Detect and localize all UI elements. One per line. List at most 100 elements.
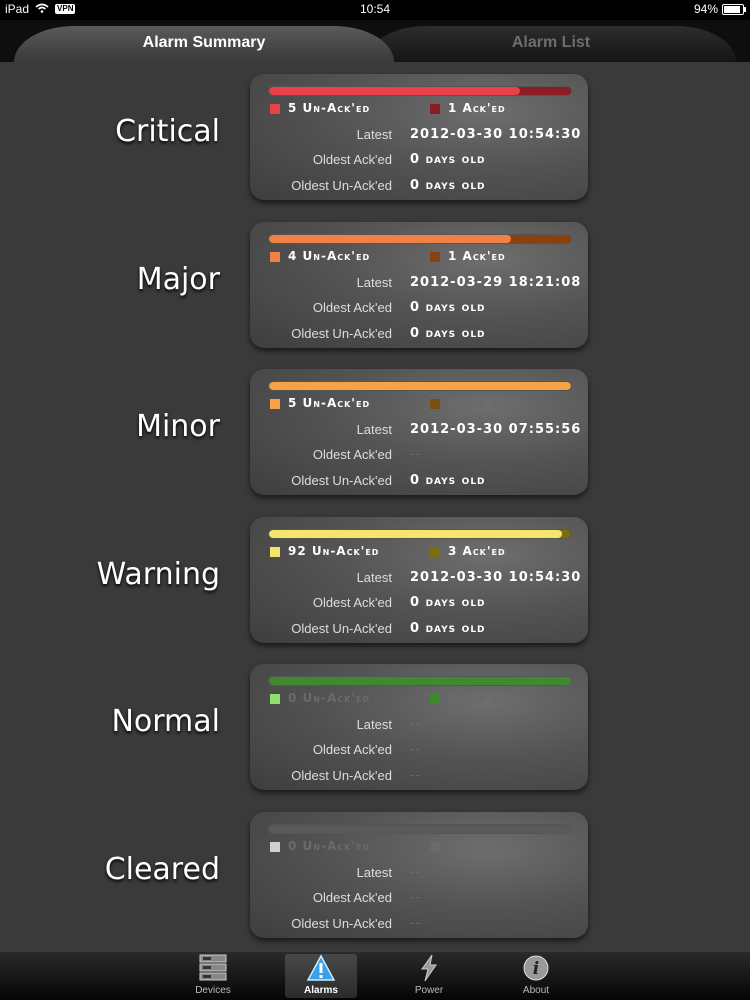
severity-row: Warning 92 Un-Ack'ed 3 Ack'ed Latest 201…: [0, 516, 750, 647]
ack-count: 0 Ack'ed: [448, 691, 506, 705]
oldest-unacked-value: 0 days old: [410, 473, 486, 488]
toolbar-devices-label: Devices: [195, 985, 231, 996]
oldest-unacked-label: Oldest Un-Ack'ed: [291, 620, 392, 636]
unack-swatch: [270, 399, 280, 409]
unack-fill: [269, 234, 511, 243]
unack-count: 0 Un-Ack'ed: [288, 838, 371, 853]
power-bolt-icon: [414, 954, 444, 985]
tab-alarm-summary[interactable]: Alarm Summary: [14, 26, 394, 62]
severity-row: Minor 5 Un-Ack'ed 0 Ack'ed Latest 2012-0…: [0, 369, 750, 499]
toolbar-devices[interactable]: Devices: [177, 954, 249, 998]
ack-swatch: [430, 546, 440, 557]
ack-swatch: [430, 251, 440, 262]
ack-swatch: [430, 841, 440, 852]
oldest-acked-label: Oldest Ack'ed: [312, 299, 392, 315]
severity-card[interactable]: 0 Un-Ack'ed 0 Ack'ed Latest -- Oldest Ac…: [250, 664, 588, 790]
segment-tab-bar: Alarm List Alarm Summary: [0, 20, 750, 62]
oldest-acked-label: Oldest Ack'ed: [312, 152, 392, 167]
ack-count: 1 Ack'ed: [448, 248, 506, 263]
latest-label: Latest: [356, 274, 392, 290]
unack-count: 4 Un-Ack'ed: [288, 248, 371, 263]
oldest-unacked-label: Oldest Un-Ack'ed: [291, 473, 392, 488]
latest-value: --: [410, 864, 422, 880]
ack-progress-bar: [268, 823, 572, 834]
unack-fill: [269, 87, 520, 95]
toolbar-power-label: Power: [414, 985, 444, 996]
latest-label: Latest: [356, 717, 392, 732]
oldest-acked-value: 0 days old: [410, 594, 486, 610]
latest-label: Latest: [356, 864, 392, 880]
oldest-acked-label: Oldest Ack'ed: [312, 594, 392, 610]
status-bar: iPad VPN 10:54 94%: [0, 0, 750, 20]
oldest-unacked-value: 0 days old: [410, 178, 486, 193]
severity-name: Minor: [136, 409, 220, 444]
ack-count: 0 Ack'ed: [448, 396, 506, 410]
severity-name: Warning: [96, 556, 220, 592]
oldest-acked-value: 0 days old: [410, 152, 486, 167]
oldest-acked-value: --: [410, 742, 422, 757]
ack-swatch: [430, 694, 440, 704]
severity-card[interactable]: 4 Un-Ack'ed 1 Ack'ed Latest 2012-03-29 1…: [250, 221, 588, 348]
oldest-unacked-value: 0 days old: [410, 325, 486, 341]
status-right: 94%: [693, 2, 746, 16]
severity-row: Major 4 Un-Ack'ed 1 Ack'ed Latest 2012-0…: [0, 221, 750, 352]
unack-count: 92 Un-Ack'ed: [288, 543, 380, 558]
ack-progress-bar: [268, 233, 572, 244]
svg-text:i: i: [533, 959, 539, 979]
latest-label: Latest: [356, 422, 392, 437]
unack-swatch: [270, 251, 280, 262]
unack-swatch: [270, 841, 280, 852]
severity-row: Normal 0 Un-Ack'ed 0 Ack'ed Latest -- Ol…: [0, 664, 750, 794]
oldest-unacked-value: 0 days old: [410, 620, 486, 636]
oldest-acked-value: --: [410, 889, 422, 905]
alarm-warning-icon: [306, 953, 336, 985]
ack-progress-bar: [268, 86, 572, 96]
ack-progress-bar: [268, 676, 572, 686]
severity-card[interactable]: 92 Un-Ack'ed 3 Ack'ed Latest 2012-03-30 …: [250, 516, 588, 643]
latest-value: --: [410, 717, 422, 732]
severity-name: Normal: [111, 704, 220, 739]
oldest-acked-label: Oldest Ack'ed: [312, 889, 392, 905]
unack-fill: [269, 529, 562, 538]
latest-value: 2012-03-30 10:54:30: [410, 569, 582, 585]
latest-value: 2012-03-30 10:54:30: [410, 127, 582, 142]
latest-value: 2012-03-30 07:55:56: [410, 422, 582, 437]
battery-percent: 94%: [693, 2, 718, 16]
toolbar-power[interactable]: Power: [393, 954, 465, 998]
oldest-unacked-label: Oldest Un-Ack'ed: [291, 768, 392, 783]
oldest-acked-value: --: [410, 447, 422, 462]
severity-row: Critical 5 Un-Ack'ed 1 Ack'ed Latest 201…: [0, 74, 750, 204]
oldest-unacked-label: Oldest Un-Ack'ed: [291, 178, 392, 193]
tab-alarm-list[interactable]: Alarm List: [366, 26, 736, 62]
bottom-tab-bar: Devices Alarms Power i About: [0, 952, 750, 1000]
severity-name: Critical: [115, 114, 220, 149]
severity-name: Cleared: [104, 851, 220, 887]
unack-swatch: [270, 104, 280, 114]
battery-icon: [722, 3, 746, 15]
oldest-unacked-label: Oldest Un-Ack'ed: [291, 325, 392, 341]
toolbar-about[interactable]: i About: [500, 954, 572, 998]
unack-swatch: [270, 694, 280, 704]
unack-count: 0 Un-Ack'ed: [288, 691, 371, 705]
toolbar-alarms-label: Alarms: [304, 985, 338, 996]
ack-count: 0 Ack'ed: [448, 838, 506, 853]
ack-progress-bar: [268, 381, 572, 391]
unack-swatch: [270, 546, 280, 557]
ack-progress-bar: [268, 528, 572, 539]
severity-card[interactable]: 5 Un-Ack'ed 0 Ack'ed Latest 2012-03-30 0…: [250, 369, 588, 495]
severity-card[interactable]: 5 Un-Ack'ed 1 Ack'ed Latest 2012-03-30 1…: [250, 74, 588, 200]
unack-count: 5 Un-Ack'ed: [288, 396, 371, 410]
ack-swatch: [430, 104, 440, 114]
toolbar-about-label: About: [522, 985, 550, 996]
oldest-acked-value: 0 days old: [410, 299, 486, 315]
severity-card[interactable]: 0 Un-Ack'ed 0 Ack'ed Latest -- Oldest Ac…: [250, 811, 588, 938]
ack-count: 3 Ack'ed: [448, 543, 506, 558]
severity-row: Cleared 0 Un-Ack'ed 0 Ack'ed Latest -- O…: [0, 811, 750, 942]
latest-label: Latest: [356, 127, 392, 142]
devices-icon: [198, 954, 228, 985]
oldest-unacked-value: --: [410, 768, 422, 783]
latest-value: 2012-03-29 18:21:08: [410, 274, 582, 290]
unack-fill: [269, 382, 571, 390]
latest-label: Latest: [356, 569, 392, 585]
toolbar-alarms[interactable]: Alarms: [285, 953, 357, 998]
